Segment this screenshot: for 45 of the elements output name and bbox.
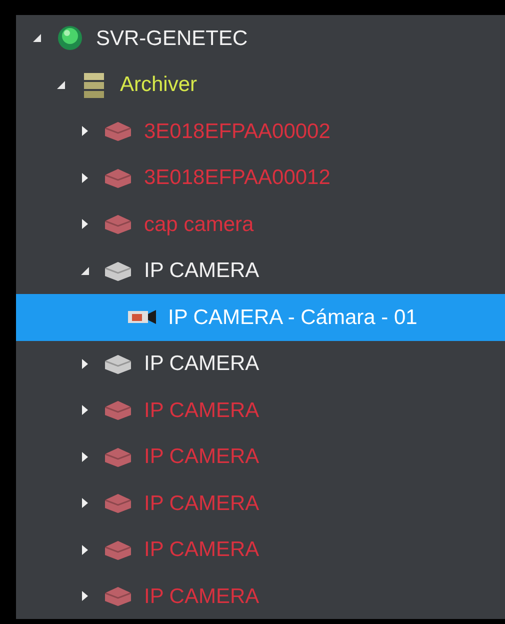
expand-icon[interactable] (81, 404, 89, 416)
collapse-icon[interactable] (80, 266, 90, 276)
tree-item-label: SVR-GENETEC (96, 26, 248, 52)
tree-item[interactable]: 3E018EFPAA00002 (16, 108, 505, 154)
tree-item[interactable]: IP CAMERA (16, 480, 505, 526)
tree-item[interactable]: 3E018EFPAA00012 (16, 154, 505, 201)
tree-item-label: IP CAMERA - Cámara - 01 (168, 304, 418, 330)
box-icon (102, 398, 134, 422)
tree-item-label: IP CAMERA (144, 351, 260, 377)
tree-item-label: IP CAMERA (144, 490, 260, 516)
tree-item[interactable]: IP CAMERA (16, 387, 505, 434)
globe-icon (56, 24, 84, 52)
expand-icon[interactable] (81, 172, 89, 184)
tree-item[interactable]: IP CAMERA (16, 248, 505, 294)
tree-item-label: 3E018EFPAA00012 (144, 165, 330, 191)
expand-icon[interactable] (81, 497, 89, 510)
box-icon (102, 212, 134, 236)
tree-item-label: 3E018EFPAA00002 (144, 118, 330, 144)
box-icon (102, 584, 134, 608)
expand-icon[interactable] (81, 125, 89, 138)
tree-item-label: IP CAMERA (144, 258, 260, 284)
box-icon (102, 491, 134, 516)
tree-item-label: IP CAMERA (144, 537, 260, 563)
expand-icon[interactable] (81, 218, 89, 230)
expand-icon[interactable] (81, 358, 89, 370)
tree-item[interactable]: IP CAMERA (16, 340, 505, 387)
collapse-icon[interactable] (56, 80, 66, 90)
tree-item-label: Archiver (120, 72, 198, 98)
tree-item-label: IP CAMERA (144, 584, 260, 610)
tree-item[interactable]: SVR-GENETEC (16, 15, 505, 62)
tree-item[interactable]: IP CAMERA - Cámara - 01 (16, 294, 505, 340)
collapse-icon[interactable] (32, 33, 42, 44)
tree-item[interactable]: IP CAMERA (16, 526, 505, 573)
stacked-drives-icon (82, 70, 106, 99)
tree-item[interactable]: cap camera (16, 201, 505, 248)
expand-icon[interactable] (81, 590, 89, 602)
expand-icon[interactable] (81, 544, 89, 556)
box-icon (102, 119, 134, 144)
tree-item-label: IP CAMERA (144, 398, 260, 424)
tree-item[interactable]: IP CAMERA (16, 573, 505, 619)
tree-item[interactable]: Archiver (16, 62, 505, 108)
tree-item[interactable]: IP CAMERA (16, 434, 505, 480)
tree-item-label: cap camera (144, 212, 254, 238)
tree-item-label: IP CAMERA (144, 444, 260, 470)
expand-icon[interactable] (81, 450, 89, 463)
